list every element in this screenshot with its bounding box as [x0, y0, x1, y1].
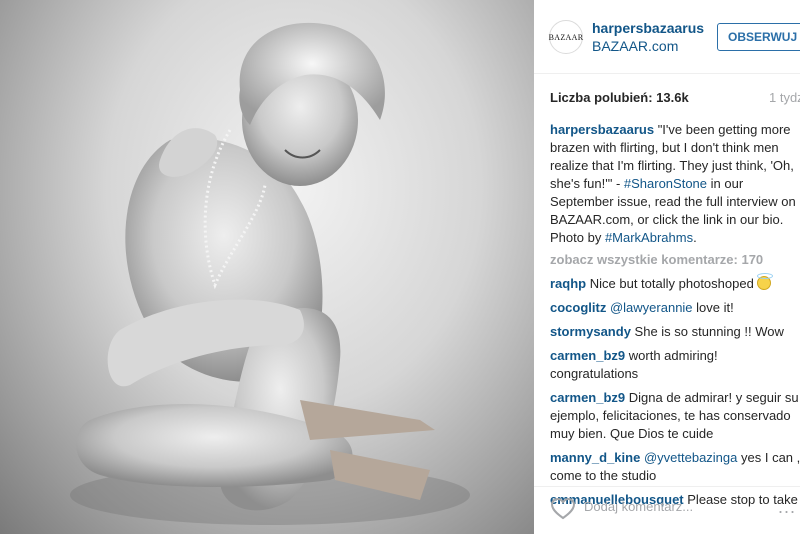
comment-username[interactable]: raqhp [550, 276, 586, 291]
avatar[interactable]: BAZAAR [549, 20, 583, 54]
likes-count[interactable]: Liczba polubień: 13.6k [550, 90, 689, 105]
add-comment-input[interactable]: Dodaj komentarz... [584, 499, 693, 514]
follow-button[interactable]: OBSERWUJ [717, 23, 800, 51]
post-sidebar: BAZAAR harpersbazaarus BAZAAR.com OBSERW… [534, 0, 800, 534]
comment-footer: Dodaj komentarz... ... [534, 486, 800, 534]
comment-username[interactable]: carmen_bz9 [550, 348, 625, 363]
see-all-comments-link[interactable]: zobacz wszystkie komentarze: 170 [550, 251, 800, 269]
mention-link[interactable]: @lawyerannie [610, 300, 693, 315]
caption-text-3: . [693, 230, 697, 245]
comment-item: manny_d_kine @yvettebazinga yes I can , … [550, 449, 800, 485]
comment-text: love it! [696, 300, 734, 315]
website-link[interactable]: BAZAAR.com [592, 38, 678, 54]
username-link[interactable]: harpersbazaarus [592, 20, 704, 36]
comment-username[interactable]: stormysandy [550, 324, 631, 339]
comment-username[interactable]: manny_d_kine [550, 450, 640, 465]
photo-illustration [70, 22, 470, 525]
comment-item: cocoglitz @lawyerannie love it! [550, 299, 800, 317]
avatar-text: BAZAAR [548, 32, 584, 42]
post-header: BAZAAR harpersbazaarus BAZAAR.com OBSERW… [534, 0, 800, 74]
comment-username[interactable]: cocoglitz [550, 300, 606, 315]
comment-text: Nice but totally photoshoped [589, 276, 754, 291]
stats-row: Liczba polubień: 13.6k 1 tydz. [550, 90, 800, 105]
heart-icon[interactable] [550, 497, 576, 521]
caption-username[interactable]: harpersbazaarus [550, 122, 654, 137]
smiling-face-with-halo-icon [757, 273, 774, 290]
comment-item: raqhp Nice but totally photoshoped [550, 273, 800, 293]
post-photo[interactable] [0, 0, 534, 534]
comment-item: carmen_bz9 Digna de admirar! y seguir su… [550, 389, 800, 443]
caption: harpersbazaarus "I've been getting more … [550, 121, 800, 247]
comment-text: She is so stunning !! Wow [634, 324, 784, 339]
post-time[interactable]: 1 tydz. [769, 90, 800, 105]
hashtag-link[interactable]: #MarkAbrahms [605, 230, 693, 245]
mention-link[interactable]: @yvettebazinga [644, 450, 737, 465]
comment-item: stormysandy She is so stunning !! Wow [550, 323, 800, 341]
hashtag-link[interactable]: #SharonStone [624, 176, 707, 191]
comments-list: harpersbazaarus "I've been getting more … [550, 121, 800, 515]
comment-username[interactable]: carmen_bz9 [550, 390, 625, 405]
comment-item: carmen_bz9 worth admiring! congratulatio… [550, 347, 800, 383]
more-options-icon[interactable]: ... [778, 497, 796, 518]
